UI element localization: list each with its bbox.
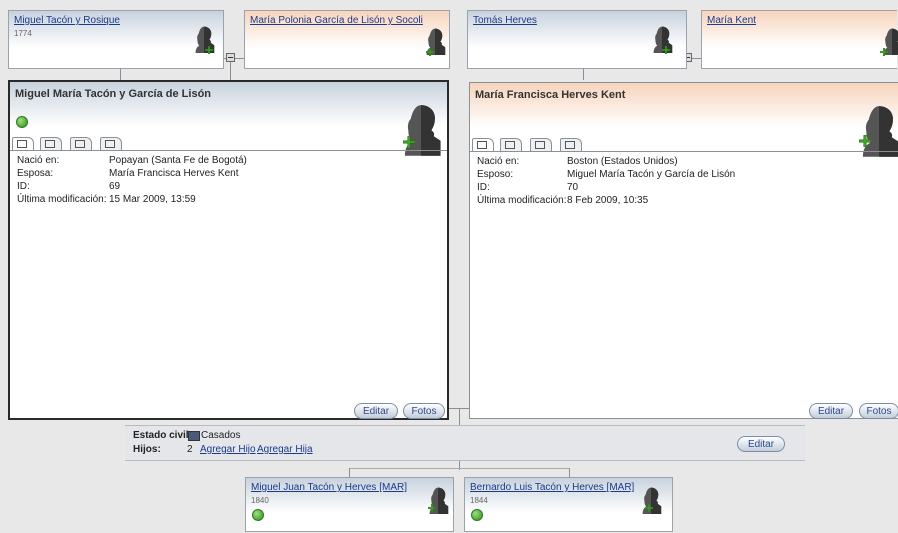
father-father-card[interactable]: Miguel Tacón y Rosique 1774 [8, 10, 224, 69]
field-value: 8 Feb 2009, 10:35 [567, 195, 649, 206]
child-year: 1840 [251, 496, 269, 505]
wife-name: María Francisca Herves Kent [475, 89, 626, 101]
tab-calendar[interactable] [530, 138, 552, 151]
status-ok-icon [16, 116, 28, 128]
tab-contact[interactable] [560, 138, 582, 151]
add-son-link[interactable]: Agregar Hijo [200, 444, 256, 455]
add-daughter-link[interactable]: Agregar Hija [257, 444, 313, 455]
field-value: Popayan (Santa Fe de Bogotá) [109, 155, 247, 166]
add-photo-plus-icon[interactable] [428, 504, 436, 512]
husband-edit-button[interactable]: Editar [354, 403, 398, 419]
father-father-year: 1774 [14, 29, 32, 38]
tab-details[interactable] [40, 137, 62, 150]
field-value: Boston (Estados Unidos) [567, 156, 678, 167]
field-value: María Francisca Herves Kent [109, 168, 239, 179]
collapse-father-parents-icon[interactable] [226, 53, 235, 62]
add-photo-plus-icon[interactable] [205, 46, 213, 54]
tab-details[interactable] [500, 138, 522, 151]
field-label: Última modificación: [477, 195, 567, 206]
tab-info[interactable] [12, 137, 34, 150]
wife-card: María Francisca Herves Kent Nació en: Bos… [469, 82, 898, 419]
field-label: Esposo: [477, 169, 514, 180]
civil-status-icon [188, 431, 200, 441]
child-card[interactable]: Bernardo Luis Tacón y Herves [MAR] 1844 [464, 477, 673, 532]
child-name-link[interactable]: Miguel Juan Tacón y Herves [MAR] [251, 482, 407, 493]
status-ok-icon [471, 509, 483, 521]
status-ok-icon [252, 509, 264, 521]
person-silhouette-icon [856, 99, 898, 157]
wife-header: María Francisca Herves Kent [470, 83, 898, 151]
person-silhouette-icon [190, 23, 218, 53]
field-value: 15 Mar 2009, 13:59 [109, 194, 196, 205]
father-mother-name-link[interactable]: María Polonia García de Lisón y Socoli [250, 15, 423, 26]
field-value: 69 [109, 181, 121, 192]
husband-card: Miguel María Tacón y García de Lisón Nac… [8, 80, 449, 420]
field-label: Nació en: [477, 156, 520, 167]
mother-mother-name-link[interactable]: María Kent [707, 15, 756, 26]
add-photo-plus-icon[interactable] [859, 135, 871, 147]
add-photo-plus-icon[interactable] [880, 48, 888, 56]
mother-father-name-link[interactable]: Tomás Herves [473, 15, 537, 26]
add-photo-plus-icon[interactable] [662, 46, 670, 54]
civil-status-label: Estado civil: [133, 430, 192, 441]
family-edit-button[interactable]: Editar [737, 436, 785, 452]
add-photo-plus-icon[interactable] [403, 136, 415, 148]
husband-photos-button[interactable]: Fotos [403, 403, 445, 419]
field-value: 70 [567, 182, 579, 193]
mother-father-card[interactable]: Tomás Herves [467, 10, 687, 69]
field-label: ID: [477, 182, 490, 193]
husband-header: Miguel María Tacón y García de Lisón [10, 82, 447, 150]
wife-photos-button[interactable]: Fotos [859, 403, 898, 419]
field-label: Esposa: [17, 168, 54, 179]
wife-info: Nació en: Boston (Estados Unidos) Esposo:… [470, 151, 898, 419]
father-father-name-link[interactable]: Miguel Tacón y Rosique [14, 15, 120, 26]
add-photo-plus-icon[interactable] [645, 504, 653, 512]
father-mother-card[interactable]: María Polonia García de Lisón y Socoli [244, 10, 450, 69]
child-year: 1844 [470, 496, 488, 505]
children-count: 2 [187, 444, 193, 455]
field-value: Miguel María Tacón y García de Lisón [567, 169, 736, 180]
children-label: Hijos: [133, 444, 161, 455]
tab-calendar[interactable] [70, 137, 92, 150]
tab-contact[interactable] [100, 137, 122, 150]
civil-status-value: Casados [201, 430, 241, 441]
mother-mother-card[interactable]: María Kent [701, 10, 897, 69]
add-photo-plus-icon[interactable] [426, 48, 434, 56]
wife-edit-button[interactable]: Editar [809, 403, 853, 419]
husband-name: Miguel María Tacón y García de Lisón [15, 88, 212, 100]
child-name-link[interactable]: Bernardo Luis Tacón y Herves [MAR] [470, 482, 634, 493]
field-label: Nació en: [17, 155, 60, 166]
husband-info: Nació en: Popayan (Santa Fe de Bogotá) Es… [10, 150, 447, 419]
tab-info[interactable] [472, 138, 494, 151]
field-label: Última modificación: [17, 194, 107, 205]
child-card[interactable]: Miguel Juan Tacón y Herves [MAR] 1840 [245, 477, 454, 532]
field-label: ID: [17, 181, 30, 192]
